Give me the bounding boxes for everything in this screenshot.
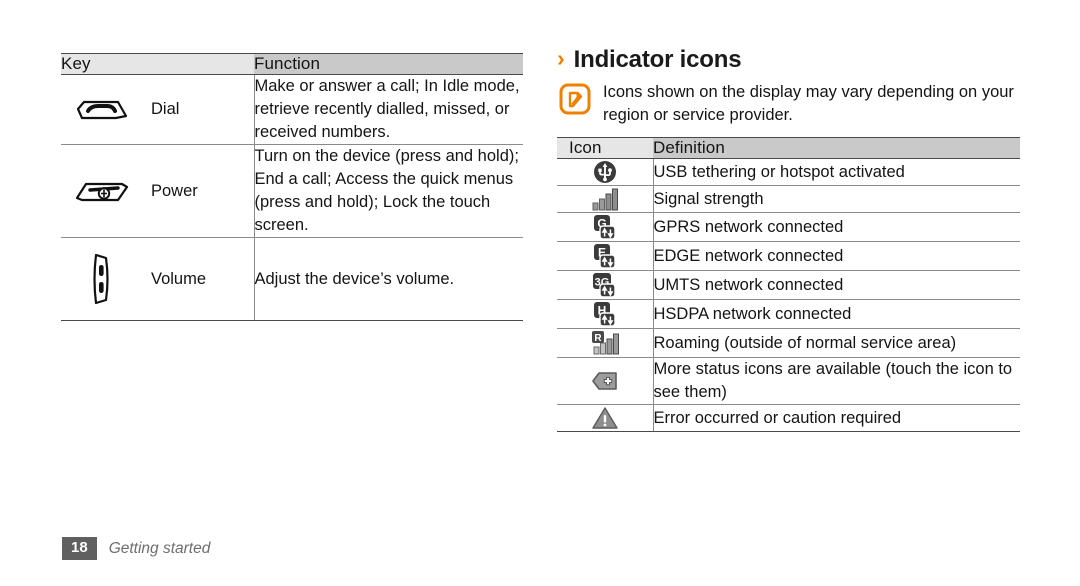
document-page: Key Function Dial Make or answer a call;… <box>0 0 1080 586</box>
warning-icon <box>557 404 653 432</box>
column-header-icon: Icon <box>557 137 653 159</box>
roaming-icon: R <box>557 328 653 358</box>
usb-tethering-icon <box>557 158 653 186</box>
definition-cell: UMTS network connected <box>652 270 1020 300</box>
definition-cell: More status icons are available (touch t… <box>652 357 1020 405</box>
key-function-table-container: Key Function Dial Make or answer a call;… <box>61 53 523 321</box>
gprs-network-icon: G <box>557 212 653 242</box>
table-row: Signal strength <box>557 185 1020 213</box>
key-cell-power: Power <box>61 144 254 238</box>
key-cell-volume: Volume <box>61 237 254 321</box>
chevron-right-icon: › <box>557 45 565 71</box>
table-row: 3G UMTS network connected <box>557 270 1020 300</box>
table-row: Power Turn on the device (press and hold… <box>61 144 523 238</box>
table-row: G GPRS network connected <box>557 212 1020 242</box>
column-header-function: Function <box>254 53 523 75</box>
dial-key-icon <box>71 95 133 125</box>
signal-strength-icon <box>557 185 653 213</box>
key-cell-dial: Dial <box>61 74 254 145</box>
table-header-row: Icon Definition <box>557 137 1020 159</box>
function-cell: Make or answer a call; In Idle mode, ret… <box>253 74 523 145</box>
key-label: Power <box>151 181 198 200</box>
section-heading: › Indicator icons <box>557 46 1020 74</box>
definition-cell: USB tethering or hotspot activated <box>652 158 1020 186</box>
svg-text:R: R <box>594 333 602 344</box>
umts-network-icon: 3G <box>557 270 653 300</box>
footer-section-label: Getting started <box>108 539 211 557</box>
definition-cell: Error occurred or caution required <box>652 404 1020 432</box>
note-pencil-icon <box>559 83 591 115</box>
key-label: Volume <box>151 269 207 288</box>
page-title: Indicator icons <box>573 46 742 73</box>
function-cell: Adjust the device’s volume. <box>253 237 523 321</box>
definition-cell: Signal strength <box>652 185 1020 213</box>
note-callout: Icons shown on the display may vary depe… <box>559 81 1020 127</box>
table-row: USB tethering or hotspot activated <box>557 158 1020 186</box>
table-header-row: Key Function <box>61 53 523 75</box>
definition-cell: HSDPA network connected <box>652 299 1020 329</box>
volume-key-icon <box>71 252 133 306</box>
table-row: E EDGE network connected <box>557 241 1020 271</box>
column-header-definition: Definition <box>653 137 1020 159</box>
indicator-icons-table: Icon Definition USB tethering or hotspot… <box>557 137 1020 432</box>
table-row: R Roaming (outside of normal service are… <box>557 328 1020 358</box>
table-row: Error occurred or caution required <box>557 404 1020 432</box>
table-row: H HSDPA network connected <box>557 299 1020 329</box>
definition-cell: Roaming (outside of normal service area) <box>652 328 1020 358</box>
table-row: Dial Make or answer a call; In Idle mode… <box>61 74 523 145</box>
definition-cell: GPRS network connected <box>652 212 1020 242</box>
key-label: Dial <box>151 100 180 118</box>
column-header-key: Key <box>61 53 254 75</box>
key-function-table: Key Function Dial Make or answer a call;… <box>61 53 523 321</box>
page-footer: 18 Getting started <box>62 537 210 560</box>
edge-network-icon: E <box>557 241 653 271</box>
page-number: 18 <box>62 537 97 560</box>
more-status-icons-icon[interactable] <box>557 357 653 405</box>
indicator-icons-section: › Indicator icons Icons shown on the dis… <box>557 46 1020 432</box>
definition-cell: EDGE network connected <box>652 241 1020 271</box>
table-row: More status icons are available (touch t… <box>557 357 1020 405</box>
note-text: Icons shown on the display may vary depe… <box>603 83 1014 124</box>
hsdpa-network-icon: H <box>557 299 653 329</box>
function-cell: Turn on the device (press and hold); End… <box>253 144 523 238</box>
table-row: Volume Adjust the device’s volume. <box>61 237 523 321</box>
power-key-icon <box>71 176 133 206</box>
